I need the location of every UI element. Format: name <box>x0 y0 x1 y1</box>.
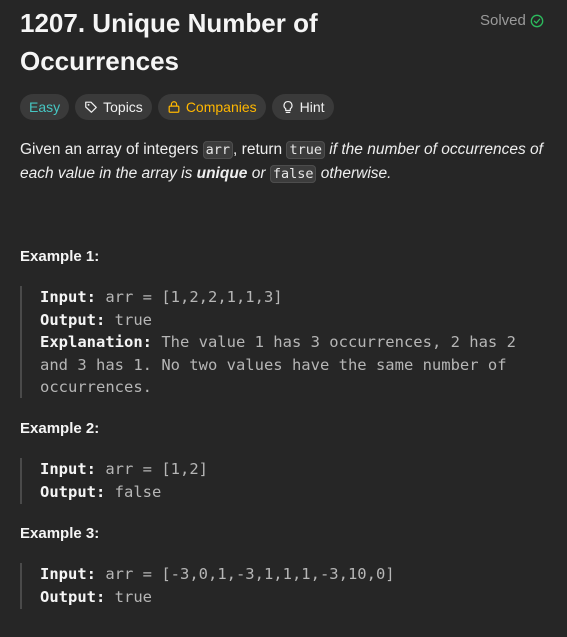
check-circle-icon <box>530 14 544 27</box>
example-1-output: Output: true <box>40 309 540 332</box>
example-1-title: Example 1: <box>20 248 100 265</box>
example-2-title: Example 2: <box>20 420 100 437</box>
example-3-input: Input: arr = [-3,0,1,-3,1,1,1,-3,10,0] <box>40 563 540 586</box>
companies-tag[interactable]: Companies <box>157 94 266 120</box>
hint-label: Hint <box>299 99 325 115</box>
solved-status: Solved <box>480 12 544 29</box>
input-label: Input: <box>40 288 96 306</box>
output-label: Output: <box>40 310 106 329</box>
input-label: Input: <box>40 460 96 478</box>
desc-bold: unique <box>196 165 248 182</box>
example-3-output: Output: true <box>40 586 540 609</box>
output-value: true <box>105 587 152 606</box>
example-1-block: Input: arr = [1,2,2,1,1,3] Output: true … <box>20 286 540 398</box>
input-value: arr = [-3,0,1,-3,1,1,1,-3,10,0] <box>96 565 395 583</box>
output-value: false <box>105 482 162 501</box>
desc-text: or <box>247 165 270 182</box>
example-2-output: Output: false <box>40 481 540 504</box>
code-arr: arr <box>202 141 234 159</box>
tag-icon <box>85 101 97 113</box>
example-1-input: Input: arr = [1,2,2,1,1,3] <box>40 286 540 309</box>
example-1-explanation: Explanation: The value 1 has 3 occurrenc… <box>40 331 540 399</box>
desc-text: otherwise. <box>316 165 392 182</box>
desc-text: , return <box>233 141 287 158</box>
hint-tag[interactable]: Hint <box>271 94 334 120</box>
companies-label: Companies <box>185 99 257 115</box>
code-true: true <box>286 141 325 159</box>
explanation-label: Explanation: <box>40 333 152 351</box>
output-value: true <box>105 310 152 329</box>
desc-text: Given an array of integers <box>20 141 203 158</box>
input-value: arr = [1,2] <box>96 460 208 478</box>
lock-icon <box>168 101 180 113</box>
example-3-title: Example 3: <box>20 525 100 542</box>
problem-description: Given an array of integers arr, return t… <box>20 138 550 186</box>
example-2-input: Input: arr = [1,2] <box>40 458 540 481</box>
solved-label: Solved <box>480 12 526 29</box>
topics-tag[interactable]: Topics <box>75 94 152 120</box>
output-label: Output: <box>40 587 106 606</box>
example-2-block: Input: arr = [1,2] Output: false <box>20 458 540 504</box>
example-3-block: Input: arr = [-3,0,1,-3,1,1,1,-3,10,0] O… <box>20 563 540 609</box>
input-label: Input: <box>40 565 96 583</box>
problem-title: 1207. Unique Number of Occurrences <box>20 8 318 76</box>
difficulty-tag: Easy <box>20 94 70 120</box>
output-label: Output: <box>40 482 106 501</box>
tag-bar: Easy Topics Companies Hint <box>20 94 334 120</box>
input-value: arr = [1,2,2,1,1,3] <box>96 288 283 306</box>
code-false: false <box>269 165 317 183</box>
difficulty-label: Easy <box>29 99 61 115</box>
topics-label: Topics <box>103 99 143 115</box>
lightbulb-icon <box>283 100 293 114</box>
